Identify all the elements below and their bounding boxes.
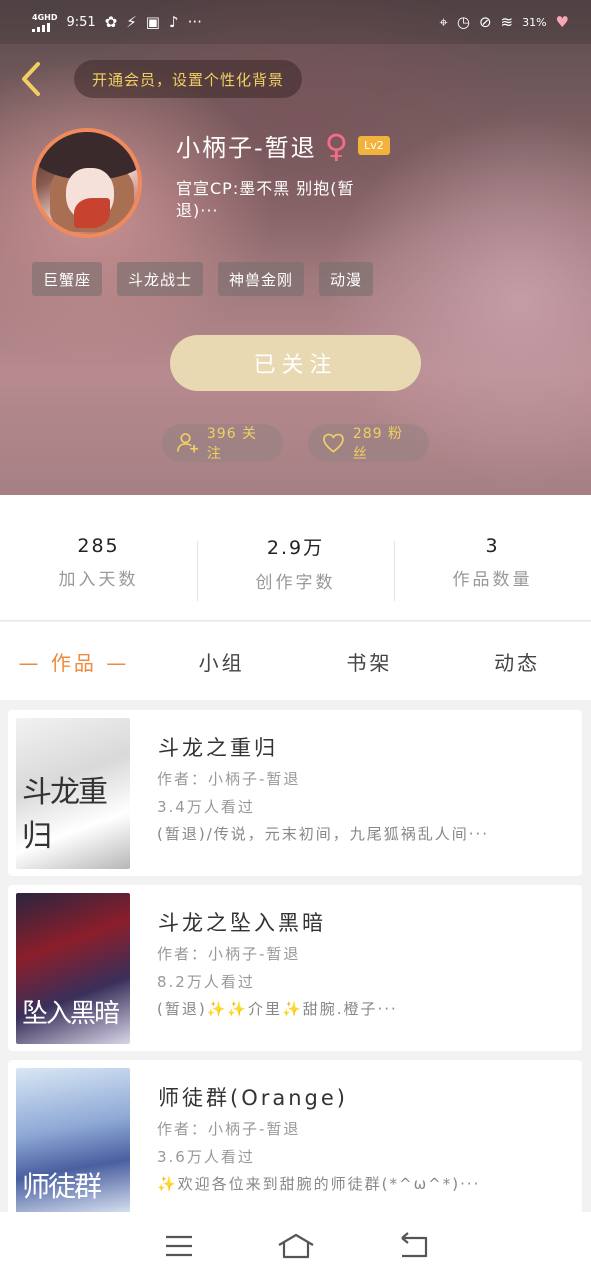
following-count: 396 关注	[206, 426, 258, 462]
back-nav-button[interactable]	[393, 1229, 433, 1263]
location-icon: ⌖	[439, 12, 448, 31]
back-icon	[400, 1232, 427, 1258]
stat-label: 作品数量	[452, 570, 533, 590]
signal-icon: 4GHD	[32, 13, 57, 32]
cover-title: 师徒群	[22, 1170, 102, 1203]
heart-icon: ♥	[555, 12, 569, 31]
tag-item[interactable]: 巨蟹座	[32, 262, 103, 296]
fans-count-button[interactable]: 289 粉丝	[308, 424, 429, 462]
system-nav-bar	[0, 1212, 591, 1280]
back-button[interactable]	[14, 58, 48, 100]
stat-value: 2.9万	[266, 536, 325, 559]
stat-value: 3	[485, 535, 500, 557]
cover-title: 斗龙重归	[22, 775, 108, 854]
tab-feed[interactable]: 动态	[443, 647, 591, 676]
stat-works-count: 3 作品数量	[394, 495, 591, 620]
status-bar: 4GHD 9:51 ✿ ⚡ ▣ ♪ ··· ⌖ ◷ ⊘ ≋ 31% ♥	[0, 0, 591, 44]
home-button[interactable]	[276, 1229, 316, 1263]
female-icon: ♀	[324, 126, 351, 165]
avatar-leaf	[74, 198, 110, 228]
mute-icon: ⊘	[478, 12, 492, 31]
tag-item[interactable]: 斗龙战士	[117, 262, 204, 296]
work-title: 师徒群(Orange)	[158, 1086, 348, 1110]
work-author: 作者：小柄子-暂退	[157, 770, 301, 788]
profile-name: 小柄子-暂退	[176, 134, 317, 162]
stat-label: 创作字数	[255, 572, 336, 593]
work-title: 斗龙之重归	[158, 736, 278, 760]
home-icon	[277, 1233, 314, 1259]
work-author: 作者：小柄子-暂退	[157, 1120, 301, 1138]
work-description: (暂退)✨✨介里✨甜腕.橙子···	[157, 1000, 398, 1018]
stat-label: 加入天数	[58, 570, 139, 590]
follow-button[interactable]: 已关注	[170, 335, 421, 391]
work-reads: 3.6万人看过	[157, 1148, 255, 1166]
tab-bookshelf[interactable]: 书架	[296, 647, 444, 676]
work-cover: 斗龙重归	[16, 718, 130, 869]
chevron-left-icon	[22, 62, 40, 96]
stat-join-days: 285 加入天数	[0, 495, 197, 620]
work-card[interactable]: 坠入黑暗 斗龙之坠入黑暗 作者：小柄子-暂退 8.2万人看过 (暂退)✨✨介里✨…	[8, 885, 582, 1051]
profile-name-row: 小柄子-暂退 ♀ Lv2	[176, 128, 390, 163]
alarm-icon: ◷	[456, 12, 470, 31]
hd-icon: ▣	[145, 12, 160, 31]
work-description: (暂退)/传说，元末初间，九尾狐祸乱人间···	[157, 825, 490, 843]
pinwheel-icon: ✿	[104, 12, 118, 31]
network-type: 4GHD	[32, 12, 58, 22]
following-count-button[interactable]: 396 关注	[162, 424, 283, 462]
tab-groups[interactable]: 小组	[148, 647, 296, 676]
profile-tabs: — 作品 — 小组 书架 动态	[0, 622, 591, 700]
level-badge: Lv2	[358, 136, 390, 155]
work-reads: 8.2万人看过	[157, 973, 255, 991]
stats-bar: 285 加入天数 2.9万 创作字数 3 作品数量	[0, 495, 591, 621]
wifi-icon: ≋	[500, 12, 514, 31]
work-description: ✨欢迎各位来到甜腕的师徒群(*^ω^*)···	[157, 1175, 481, 1193]
work-author: 作者：小柄子-暂退	[157, 945, 301, 963]
clock: 9:51	[66, 14, 96, 30]
profile-header: 4GHD 9:51 ✿ ⚡ ▣ ♪ ··· ⌖ ◷ ⊘ ≋ 31% ♥ 开通会员…	[0, 0, 591, 495]
work-cover: 坠入黑暗	[16, 893, 130, 1044]
more-icon: ···	[187, 12, 202, 31]
cover-title: 坠入黑暗	[22, 999, 120, 1029]
work-card[interactable]: 斗龙重归 斗龙之重归 作者：小柄子-暂退 3.4万人看过 (暂退)/传说，元末初…	[8, 710, 582, 876]
work-cover: 师徒群	[16, 1068, 130, 1212]
profile-bio: 官宣CP:墨不黑 别抱(暂退)···	[176, 179, 355, 220]
avatar[interactable]	[32, 128, 142, 238]
menu-button[interactable]	[159, 1229, 199, 1263]
heart-outline-icon	[323, 433, 344, 453]
sports-icon: ⚡	[126, 12, 137, 31]
stat-word-count: 2.9万 创作字数	[197, 495, 394, 620]
tab-works[interactable]: — 作品 —	[0, 647, 148, 676]
vip-background-prompt[interactable]: 开通会员，设置个性化背景	[74, 60, 303, 98]
tag-item[interactable]: 动漫	[319, 262, 374, 296]
work-card[interactable]: 师徒群 师徒群(Orange) 作者：小柄子-暂退 3.6万人看过 ✨欢迎各位来…	[8, 1060, 582, 1212]
stat-value: 285	[77, 535, 120, 557]
works-list: 斗龙重归 斗龙之重归 作者：小柄子-暂退 3.4万人看过 (暂退)/传说，元末初…	[0, 700, 591, 1212]
menu-icon	[165, 1235, 192, 1257]
add-person-icon	[177, 433, 198, 453]
fans-count: 289 粉丝	[352, 426, 404, 462]
work-title: 斗龙之坠入黑暗	[158, 911, 326, 935]
work-reads: 3.4万人看过	[157, 798, 255, 816]
tag-item[interactable]: 神兽金刚	[218, 262, 305, 296]
bell-icon: ♪	[168, 12, 179, 31]
interest-tags: 巨蟹座 斗龙战士 神兽金刚 动漫	[32, 262, 374, 296]
battery-level: 31%	[522, 15, 547, 29]
